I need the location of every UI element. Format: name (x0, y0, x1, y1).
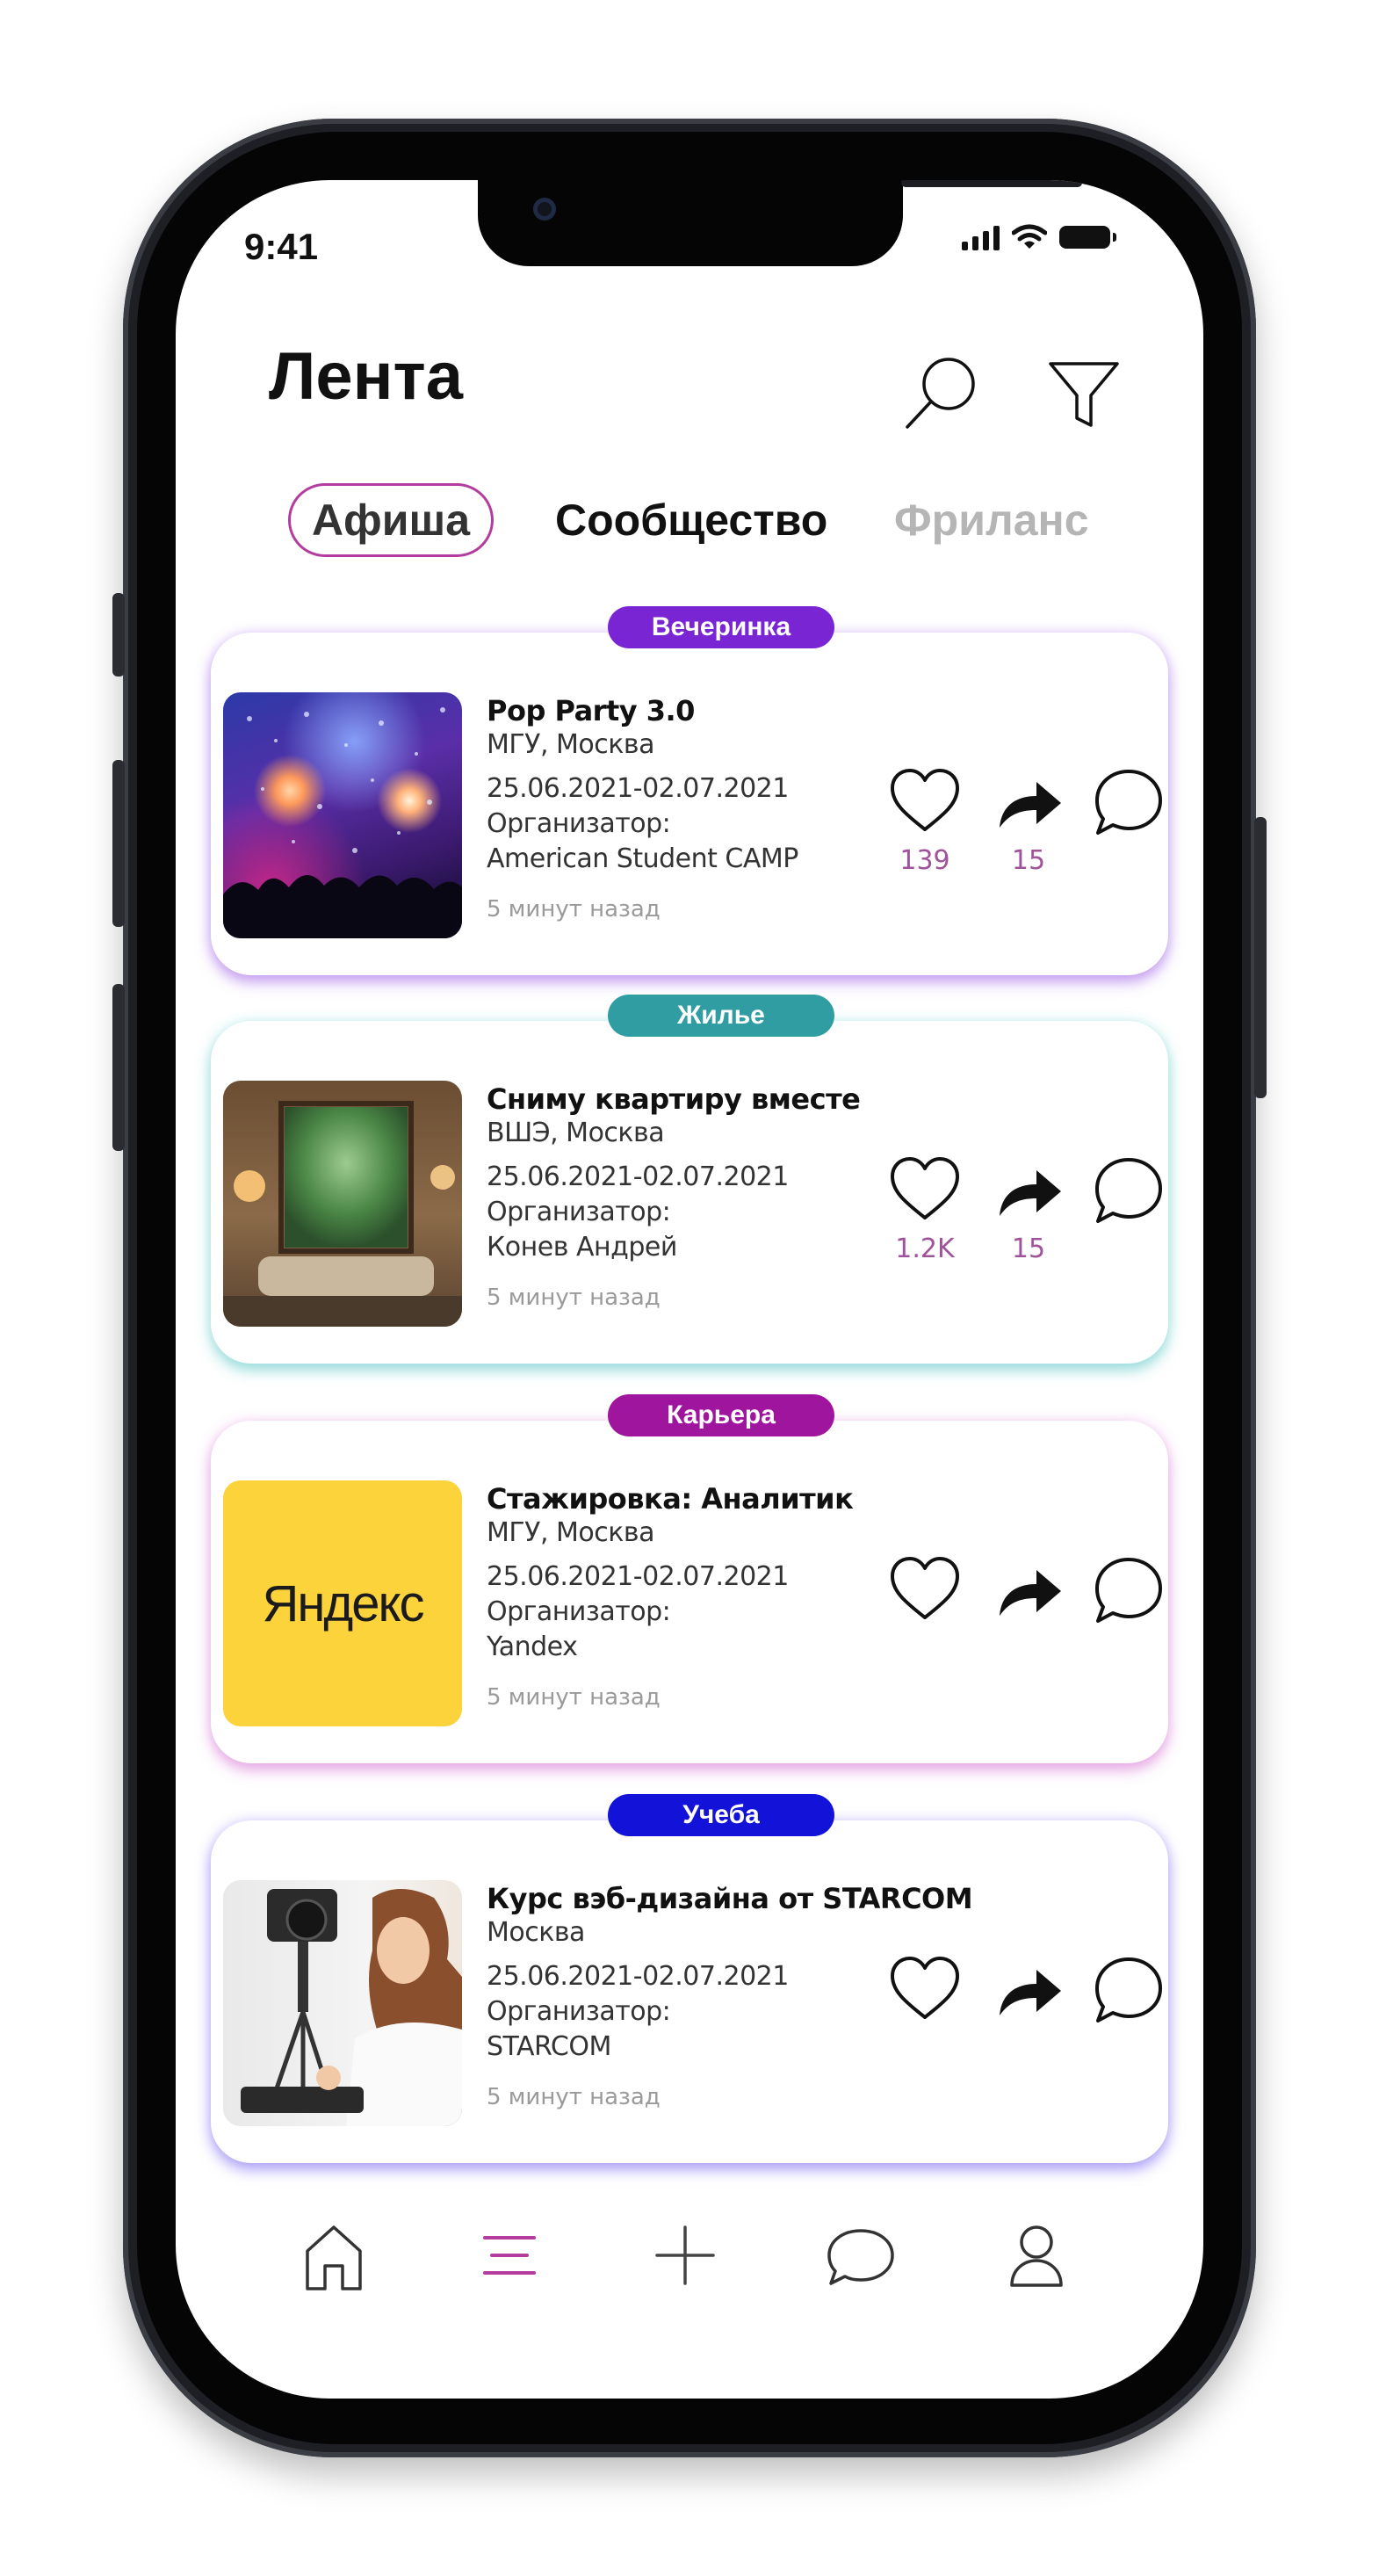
card-location: Москва (487, 1917, 585, 1948)
heart-icon[interactable] (887, 1952, 963, 2028)
card-time-ago: 5 минут назад (487, 896, 661, 923)
silent-switch (112, 593, 125, 677)
share-icon[interactable] (991, 764, 1066, 840)
designer-photo (223, 1880, 462, 2126)
shares-count: 15 (1011, 845, 1046, 876)
category-badge: Жилье (608, 995, 834, 1037)
card-organizer-label: Организатор: (487, 1197, 671, 1227)
page-title: Лента (269, 339, 463, 414)
card-organizer: American Student CAMP (487, 843, 798, 874)
card-organizer-label: Организатор: (487, 808, 671, 839)
power-button (1254, 817, 1267, 1098)
yandex-logo: Яндекс (223, 1480, 462, 1726)
card-dates: 25.06.2021-02.07.2021 (487, 1561, 789, 1592)
yandex-logo-text: Яндекс (262, 1574, 424, 1632)
wifi-icon (1012, 224, 1047, 249)
home-icon[interactable] (290, 2211, 378, 2299)
front-camera (533, 198, 556, 221)
heart-icon[interactable] (887, 1552, 963, 1628)
card-details: Сниму квартиру вместе ВШЭ, Москва 25.06.… (487, 1082, 908, 1311)
comment-icon[interactable] (1091, 1952, 1166, 2028)
volume-down-button (112, 984, 125, 1151)
card-details: Стажировка: Аналитик МГУ, Москва 25.06.2… (487, 1482, 908, 1711)
share-icon[interactable] (991, 1153, 1066, 1228)
feed-card[interactable]: Вечеринка Pop Party 3.0 МГУ, Москва 25.0… (211, 606, 1168, 975)
status-time: 9:41 (244, 226, 319, 267)
feed-card[interactable]: Жилье Сниму квартиру вместе ВШЭ, Москва (211, 995, 1168, 1364)
bottom-navigation (176, 2211, 1203, 2317)
tab-freelance[interactable]: Фриланс (894, 483, 1089, 557)
chat-icon[interactable] (817, 2211, 905, 2299)
card-location: МГУ, Москва (487, 729, 654, 760)
shares-count: 15 (1011, 1234, 1046, 1264)
likes-count: 139 (899, 845, 950, 876)
card-actions: 1.2K 15 (887, 1153, 1162, 1267)
feed-card[interactable]: Карьера Яндекс Стажировка: Аналитик МГУ,… (211, 1394, 1168, 1763)
card-organizer: Конев Андрей (487, 1232, 677, 1263)
card-dates: 25.06.2021-02.07.2021 (487, 773, 789, 804)
card-details: Pop Party 3.0 МГУ, Москва 25.06.2021-02.… (487, 694, 908, 923)
share-icon[interactable] (991, 1552, 1066, 1628)
card-title: Сниму квартиру вместе (487, 1082, 861, 1116)
tab-community[interactable]: Сообщество (555, 483, 827, 557)
category-badge: Карьера (608, 1394, 834, 1436)
comment-icon[interactable] (1091, 1153, 1166, 1228)
app-screen: 9:41 Лента Афиша Сообщество Фриланс Вече… (176, 180, 1203, 2399)
card-time-ago: 5 минут назад (487, 2084, 661, 2110)
feed-tabs: Афиша Сообщество Фриланс (176, 483, 1203, 562)
card-actions (887, 1552, 1162, 1667)
card-dates: 25.06.2021-02.07.2021 (487, 1161, 789, 1192)
search-icon[interactable] (900, 351, 981, 432)
plus-icon[interactable] (641, 2211, 729, 2299)
card-location: МГУ, Москва (487, 1517, 654, 1548)
card-title: Pop Party 3.0 (487, 694, 695, 727)
likes-count: 1.2K (895, 1234, 955, 1264)
tab-afisha[interactable]: Афиша (288, 483, 494, 557)
speaker (901, 180, 1082, 187)
heart-icon[interactable] (887, 764, 963, 840)
card-time-ago: 5 минут назад (487, 1284, 661, 1311)
card-organizer-label: Организатор: (487, 1996, 671, 2027)
card-location: ВШЭ, Москва (487, 1118, 665, 1148)
card-organizer: STARCOM (487, 2031, 611, 2062)
heart-icon[interactable] (887, 1153, 963, 1228)
category-badge: Учеба (608, 1794, 834, 1836)
card-actions (887, 1952, 1162, 2066)
notch (478, 180, 1082, 266)
comment-icon[interactable] (1091, 764, 1166, 840)
card-dates: 25.06.2021-02.07.2021 (487, 1961, 789, 1992)
status-icons (962, 224, 1116, 250)
card-title: Стажировка: Аналитик (487, 1482, 854, 1516)
cellular-signal-icon (962, 224, 1000, 250)
card-time-ago: 5 минут назад (487, 1684, 661, 1711)
category-badge: Вечеринка (608, 606, 834, 648)
card-details: Курс вэб-дизайна от STARCOM Москва 25.06… (487, 1882, 973, 2110)
card-actions: 139 15 (887, 764, 1162, 879)
share-icon[interactable] (991, 1952, 1066, 2028)
feed-icon[interactable] (466, 2211, 553, 2299)
card-organizer: Yandex (487, 1632, 578, 1662)
party-photo (223, 692, 462, 938)
apartment-photo (223, 1081, 462, 1327)
battery-icon (1059, 226, 1116, 249)
comment-icon[interactable] (1091, 1552, 1166, 1628)
card-title: Курс вэб-дизайна от STARCOM (487, 1882, 973, 1915)
volume-up-button (112, 760, 125, 927)
feed-card[interactable]: Учеба Курс вэб-дизайна от STARCOM Москва… (211, 1794, 1168, 2163)
card-organizer-label: Организатор: (487, 1596, 671, 1627)
filter-icon[interactable] (1045, 351, 1123, 432)
profile-icon[interactable] (993, 2211, 1080, 2299)
